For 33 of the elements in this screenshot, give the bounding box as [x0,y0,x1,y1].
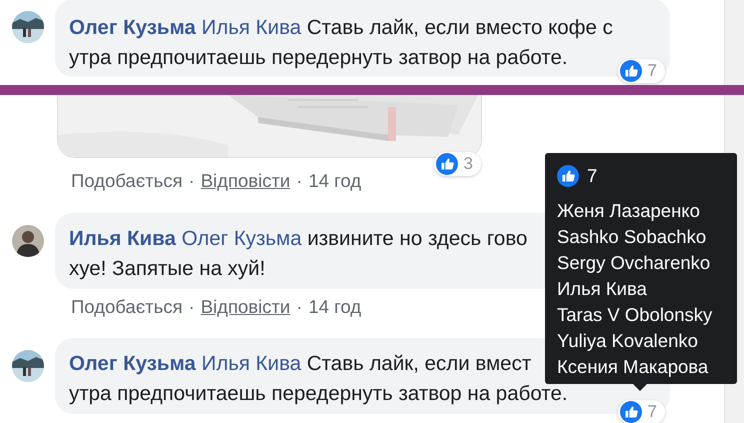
reactor-name: Yuliya Kovalenko [557,329,699,353]
reactor-name: Sergy Ovcharenko [557,251,712,275]
like-icon [436,153,458,175]
reaction-badge[interactable]: 7 [618,400,665,423]
like-link[interactable]: Подобається [71,296,183,318]
reaction-count: 7 [587,165,598,187]
timestamp-link[interactable]: 14 год [308,170,362,192]
mention-link[interactable]: Илья Кива [202,352,302,375]
like-icon [557,165,579,187]
reactor-name: Sashko Sobachko [557,225,708,249]
comment-text: Илья Кива Олег Кузьма извините но здесь гово хуе! Запятые на хуй! [69,226,528,282]
reactor-name: Женя Лазаренко [557,199,701,223]
reply-link[interactable]: Відповісти [200,296,290,318]
reactor-name: Илья Кива [557,277,648,301]
mention-link[interactable]: Илья Кива [202,16,302,39]
like-icon [620,401,642,423]
separator-dot: · [188,296,195,318]
reactor-name: Taras V Obolonsky [557,303,714,327]
like-icon [620,60,642,82]
reaction-badge[interactable]: 7 [618,59,665,83]
comment-text: Олег Кузьма Илья Кива Ставь лайк, если вместо кофе с утра предпочитаешь передернуть затвор на работе. [69,15,613,71]
reply-link[interactable]: Відповісти [200,170,290,192]
reactor-name: Ксения Макарова [557,355,710,379]
timestamp-link[interactable]: 14 год [308,296,362,318]
separator-dot: · [296,170,302,192]
separator-dot: · [188,170,195,192]
mention-link[interactable]: Олег Кузьма [182,227,302,250]
author-link[interactable]: Олег Кузьма [69,16,196,39]
author-link[interactable]: Олег Кузьма [69,352,196,375]
separator-dot: · [296,296,302,318]
reaction-badge[interactable]: 3 [434,152,481,176]
like-link[interactable]: Подобається [71,170,183,192]
author-link[interactable]: Илья Кива [69,227,176,250]
